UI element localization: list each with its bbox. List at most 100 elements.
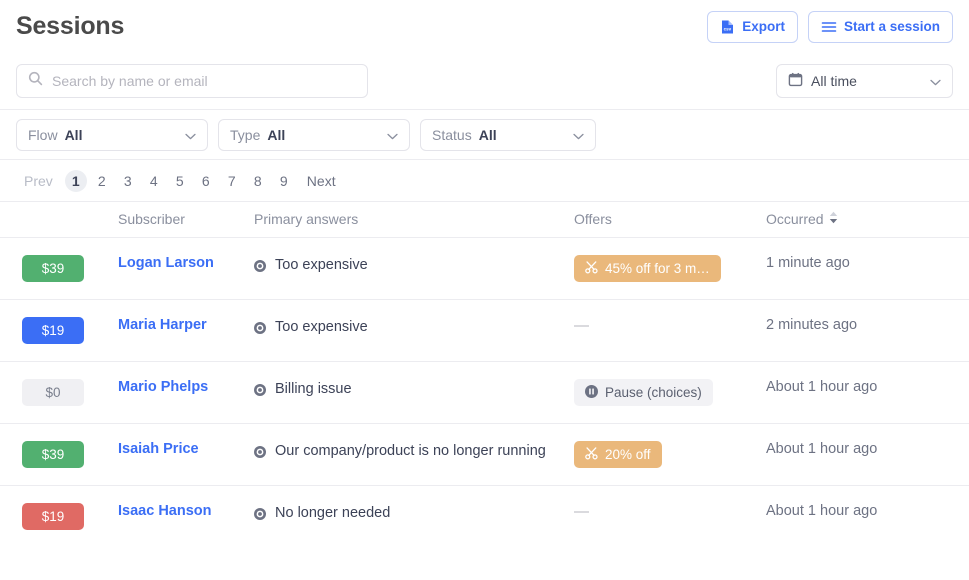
- amount-cell: $0: [0, 362, 118, 424]
- occurred-cell: About 1 hour ago: [766, 362, 969, 424]
- table-row[interactable]: $39 Isaiah Price Our company/product is …: [0, 424, 969, 486]
- search-input[interactable]: [52, 73, 356, 89]
- svg-text:csv: csv: [724, 26, 732, 31]
- offer-label: Pause (choices): [605, 385, 702, 400]
- pagination-page-9[interactable]: 9: [273, 170, 295, 192]
- export-button[interactable]: csv Export: [707, 11, 798, 43]
- pagination-page-1[interactable]: 1: [65, 170, 87, 192]
- pagination-page-4[interactable]: 4: [143, 170, 165, 192]
- answer-cell: No longer needed: [254, 486, 574, 548]
- pagination-page-2[interactable]: 2: [91, 170, 113, 192]
- occurred-cell: About 1 hour ago: [766, 424, 969, 486]
- subscriber-link[interactable]: Isaiah Price: [118, 441, 199, 457]
- occurred-text: 2 minutes ago: [766, 317, 857, 333]
- pagination-next[interactable]: Next: [299, 170, 344, 192]
- offer-badge: 45% off for 3 m…: [574, 255, 721, 282]
- pagination-prev[interactable]: Prev: [16, 170, 61, 192]
- offer-badge: Pause (choices): [574, 379, 713, 406]
- table-row[interactable]: $19 Isaac Hanson No longer needed —: [0, 486, 969, 548]
- chevron-down-icon: [573, 127, 584, 143]
- offer-cell: 45% off for 3 m…: [574, 238, 766, 300]
- filter-type-label: Type: [230, 127, 260, 143]
- occurred-text: About 1 hour ago: [766, 503, 877, 519]
- column-header-answers[interactable]: Primary answers: [254, 202, 574, 238]
- subscriber-cell: Isaac Hanson: [118, 486, 254, 548]
- amount-cell: $19: [0, 486, 118, 548]
- calendar-icon: [788, 72, 803, 90]
- occurred-text: About 1 hour ago: [766, 379, 877, 395]
- amount-badge: $0: [22, 379, 84, 406]
- column-header-occurred-label: Occurred: [766, 211, 824, 227]
- table-head: Subscriber Primary answers Offers Occurr…: [0, 202, 969, 238]
- filter-flow-label: Flow: [28, 127, 58, 143]
- column-header-occurred[interactable]: Occurred: [766, 202, 969, 238]
- search-box[interactable]: [16, 64, 368, 98]
- subscriber-cell: Isaiah Price: [118, 424, 254, 486]
- export-button-label: Export: [742, 19, 785, 34]
- table-header-row: Subscriber Primary answers Offers Occurr…: [0, 202, 969, 238]
- subscriber-link[interactable]: Maria Harper: [118, 317, 207, 333]
- offer-cell: —: [574, 486, 766, 548]
- filter-type[interactable]: Type All: [218, 119, 410, 151]
- search-icon: [28, 71, 43, 91]
- answer-text: Billing issue: [275, 379, 352, 403]
- answer-cell: Too expensive: [254, 238, 574, 300]
- occurred-text: About 1 hour ago: [766, 441, 877, 457]
- table-row[interactable]: $39 Logan Larson Too expensive: [0, 238, 969, 300]
- subscriber-cell: Maria Harper: [118, 300, 254, 362]
- table-body: $39 Logan Larson Too expensive: [0, 238, 969, 548]
- answer-cell: Too expensive: [254, 300, 574, 362]
- filter-flow[interactable]: Flow All: [16, 119, 208, 151]
- amount-cell: $19: [0, 300, 118, 362]
- answer-cell: Billing issue: [254, 362, 574, 424]
- amount-cell: $39: [0, 238, 118, 300]
- pause-icon: [585, 385, 598, 401]
- column-header-amount: [0, 202, 118, 238]
- column-header-subscriber[interactable]: Subscriber: [118, 202, 254, 238]
- chevron-down-icon: [930, 73, 941, 89]
- filter-type-value: All: [267, 127, 285, 143]
- column-header-offers[interactable]: Offers: [574, 202, 766, 238]
- offer-cell: Pause (choices): [574, 362, 766, 424]
- radio-selected-icon: [254, 258, 266, 279]
- pagination-page-5[interactable]: 5: [169, 170, 191, 192]
- pagination-page-8[interactable]: 8: [247, 170, 269, 192]
- sessions-table: Subscriber Primary answers Offers Occurr…: [0, 202, 969, 547]
- subscriber-link[interactable]: Mario Phelps: [118, 379, 208, 395]
- amount-badge: $39: [22, 255, 84, 282]
- offer-cell: —: [574, 300, 766, 362]
- filter-status[interactable]: Status All: [420, 119, 596, 151]
- header-actions: csv Export Start a session: [707, 11, 953, 43]
- answer-text: Too expensive: [275, 255, 368, 279]
- answer-text: Too expensive: [275, 317, 368, 341]
- start-session-button[interactable]: Start a session: [808, 11, 953, 43]
- pagination-page-7[interactable]: 7: [221, 170, 243, 192]
- pagination-page-6[interactable]: 6: [195, 170, 217, 192]
- occurred-cell: About 1 hour ago: [766, 486, 969, 548]
- chevron-down-icon: [185, 127, 196, 143]
- answer-text: Our company/product is no longer running: [275, 441, 546, 465]
- filter-status-label: Status: [432, 127, 472, 143]
- occurred-cell: 2 minutes ago: [766, 300, 969, 362]
- date-range-select[interactable]: All time: [776, 64, 953, 98]
- table-row[interactable]: $0 Mario Phelps Billing issue: [0, 362, 969, 424]
- sort-icon[interactable]: [829, 211, 838, 227]
- scissors-icon: [585, 261, 598, 277]
- subscriber-link[interactable]: Logan Larson: [118, 255, 214, 271]
- table-row[interactable]: $19 Maria Harper Too expensive —: [0, 300, 969, 362]
- scissors-icon: [585, 447, 598, 463]
- subscriber-link[interactable]: Isaac Hanson: [118, 503, 212, 519]
- filter-flow-value: All: [65, 127, 83, 143]
- list-lines-icon: [821, 20, 837, 34]
- offer-label: 20% off: [605, 447, 651, 462]
- pagination-page-3[interactable]: 3: [117, 170, 139, 192]
- offer-cell: 20% off: [574, 424, 766, 486]
- radio-selected-icon: [254, 444, 266, 465]
- radio-selected-icon: [254, 320, 266, 341]
- sessions-page: Sessions csv Export: [0, 0, 969, 580]
- amount-badge: $19: [22, 503, 84, 530]
- page-title: Sessions: [16, 12, 124, 41]
- filter-status-value: All: [479, 127, 497, 143]
- offer-empty: —: [574, 503, 589, 520]
- start-session-button-label: Start a session: [844, 19, 940, 34]
